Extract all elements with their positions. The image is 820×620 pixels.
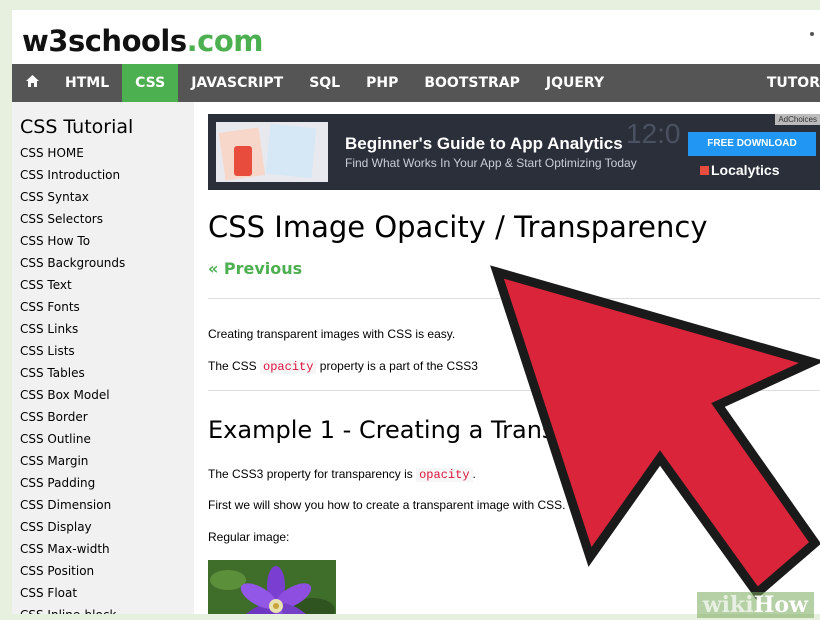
text-segment: The CSS (208, 359, 257, 373)
home-icon (25, 64, 39, 102)
main-content: Beginner's Guide to App Analytics Find W… (208, 102, 820, 614)
ad-headline: Beginner's Guide to App Analytics (345, 134, 623, 153)
code-opacity: opacity (260, 360, 317, 374)
nav-jquery[interactable]: JQUERY (533, 64, 617, 102)
sidebar-item-css-padding[interactable]: CSS Padding (12, 472, 194, 494)
sidebar-item-css-inline-block[interactable]: CSS Inline-block (12, 604, 194, 614)
example-heading: Example 1 - Creating a Transparent Image (208, 416, 716, 444)
logo-domain: .com (186, 24, 264, 58)
ad-brand: Localytics (700, 162, 779, 178)
ad-brand-label: Localytics (711, 162, 780, 178)
previous-link[interactable]: « Previous (208, 259, 302, 278)
sidebar-list: CSS HOME CSS Introduction CSS Syntax CSS Se… (12, 142, 194, 614)
ad-clock: 12:0 (626, 118, 681, 149)
nav-css[interactable]: CSS (122, 64, 179, 102)
watermark-how: How (753, 592, 808, 618)
instruction-paragraph: First we will show you how to create a t… (208, 498, 566, 512)
sidebar-item-css-links[interactable]: CSS Links (12, 318, 194, 340)
property-paragraph: The CSS3 property for transparency is op… (208, 467, 476, 482)
code-opacity: opacity (416, 468, 473, 482)
site-logo[interactable]: w3schools.com (22, 24, 263, 58)
ad-subline: Find What Works In Your App & Start Opti… (345, 156, 637, 170)
intro-paragraph: Creating transparent images with CSS is … (208, 327, 456, 341)
sidebar-item-css-margin[interactable]: CSS Margin (12, 450, 194, 472)
ad-thumb-phone (234, 146, 252, 176)
sidebar-item-css-text[interactable]: CSS Text (12, 274, 194, 296)
sidebar-item-css-backgrounds[interactable]: CSS Backgrounds (12, 252, 194, 274)
sidebar-item-css-lists[interactable]: CSS Lists (12, 340, 194, 362)
sidebar: CSS Tutorial CSS HOME CSS Introduction CSS… (12, 102, 194, 614)
site-header: w3schools.com (12, 10, 820, 64)
sidebar-item-css-position[interactable]: CSS Position (12, 560, 194, 582)
browser-page: w3schools.com HTML CSS JAVASCRIPT SQL PH… (12, 10, 820, 614)
free-download-button[interactable]: FREE DOWNLOAD (688, 132, 816, 156)
sidebar-item-css-box-model[interactable]: CSS Box Model (12, 384, 194, 406)
sidebar-item-css-display[interactable]: CSS Display (12, 516, 194, 538)
ad-thumb-page (265, 123, 317, 179)
regular-image-label: Regular image: (208, 530, 290, 544)
nav-php[interactable]: PHP (353, 64, 411, 102)
top-navigation: HTML CSS JAVASCRIPT SQL PHP BOOTSTRAP JQ… (12, 64, 820, 102)
text-segment: The CSS3 property for transparency is (208, 467, 413, 481)
text-segment: property is a part of the CSS3 (319, 359, 478, 373)
sidebar-item-css-outline[interactable]: CSS Outline (12, 428, 194, 450)
text-segment: . (472, 467, 476, 481)
ad-thumbnail (216, 122, 328, 182)
sidebar-item-css-introduction[interactable]: CSS Introduction (12, 164, 194, 186)
header-dot (810, 32, 814, 36)
watermark-wiki: wiki (702, 592, 754, 618)
sidebar-item-css-home[interactable]: CSS HOME (12, 142, 194, 164)
page-title: CSS Image Opacity / Transparency (208, 210, 708, 244)
divider (208, 298, 820, 299)
nav-tutorials[interactable]: TUTOR (754, 64, 820, 102)
sidebar-item-css-dimension[interactable]: CSS Dimension (12, 494, 194, 516)
ad-banner[interactable]: Beginner's Guide to App Analytics Find W… (208, 114, 820, 190)
sidebar-title: CSS Tutorial (20, 116, 134, 138)
nav-bootstrap[interactable]: BOOTSTRAP (411, 64, 533, 102)
wikihow-watermark: wikiHow (696, 592, 814, 618)
nav-sql[interactable]: SQL (296, 64, 353, 102)
home-button[interactable] (12, 64, 52, 102)
nav-html[interactable]: HTML (52, 64, 122, 102)
sidebar-item-css-float[interactable]: CSS Float (12, 582, 194, 604)
nav-javascript[interactable]: JAVASCRIPT (178, 64, 296, 102)
sidebar-item-css-tables[interactable]: CSS Tables (12, 362, 194, 384)
opacity-paragraph: The CSS opacity property is a part of th… (208, 359, 478, 374)
logo-text: w3schools (22, 24, 187, 58)
sidebar-item-css-selectors[interactable]: CSS Selectors (12, 208, 194, 230)
divider (208, 390, 820, 391)
sidebar-item-css-fonts[interactable]: CSS Fonts (12, 296, 194, 318)
sidebar-item-css-border[interactable]: CSS Border (12, 406, 194, 428)
adchoices-badge[interactable]: AdChoices (775, 114, 820, 125)
flower-image (208, 560, 336, 614)
brand-mark-icon (700, 166, 709, 175)
sidebar-item-css-how-to[interactable]: CSS How To (12, 230, 194, 252)
sidebar-item-css-syntax[interactable]: CSS Syntax (12, 186, 194, 208)
sidebar-item-css-max-width[interactable]: CSS Max-width (12, 538, 194, 560)
